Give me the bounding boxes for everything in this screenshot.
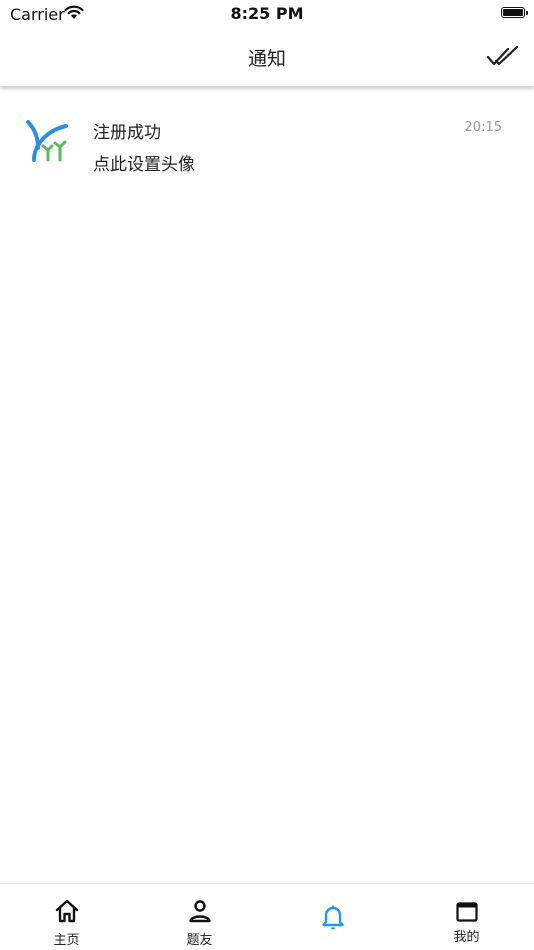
notification-body: 点此设置头像 — [93, 155, 195, 175]
status-bar: Carrier 8:25 PM — [0, 0, 534, 28]
tab-mine[interactable]: 我的 — [400, 884, 533, 950]
window-icon — [455, 902, 478, 922]
tab-mine-label: 我的 — [453, 930, 480, 945]
tab-bar: 主页 题友 我的 — [0, 883, 534, 950]
double-check-icon[interactable] — [486, 44, 520, 70]
tab-friends[interactable]: 题友 — [133, 884, 266, 950]
tab-friends-label: 题友 — [186, 933, 213, 948]
notification-item[interactable]: 注册成功 点此设置头像 20:15 — [0, 100, 534, 190]
person-icon — [188, 900, 211, 923]
tab-notifications[interactable] — [266, 884, 399, 950]
notification-title: 注册成功 — [93, 123, 161, 143]
tab-home[interactable]: 主页 — [0, 884, 133, 950]
navigation-bar: 通知 — [0, 28, 534, 87]
notification-list: 注册成功 点此设置头像 20:15 — [0, 100, 534, 190]
bell-icon — [321, 905, 344, 930]
page-title: 通知 — [247, 48, 286, 70]
status-time: 8:25 PM — [230, 4, 304, 23]
home-icon — [55, 899, 78, 923]
notification-time: 20:15 — [464, 120, 502, 135]
battery-icon — [501, 7, 528, 18]
app-logo-icon — [26, 120, 68, 162]
tab-home-label: 主页 — [53, 933, 80, 948]
